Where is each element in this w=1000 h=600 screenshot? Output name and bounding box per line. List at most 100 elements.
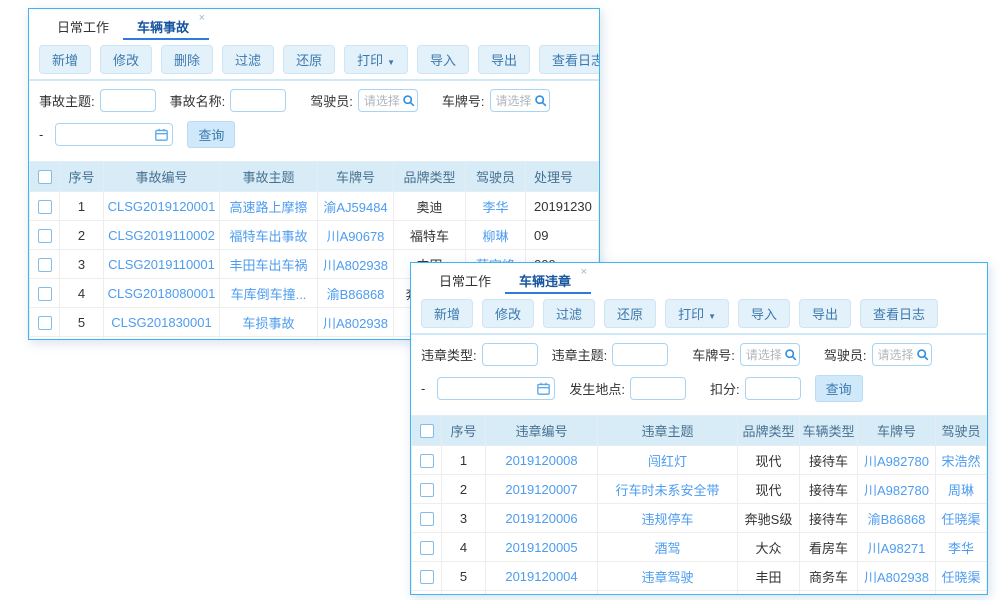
calendar-icon[interactable] [537, 382, 550, 398]
table-cell-link[interactable]: 李华 [466, 192, 526, 221]
tab-vehicle-accident[interactable]: 车辆事故 × [123, 9, 209, 40]
table-cell-link[interactable]: 违规停车 [598, 504, 738, 533]
location-input[interactable] [630, 377, 686, 400]
table-cell-link[interactable]: 2019120008 [486, 446, 598, 475]
table-cell-link[interactable]: 酒驾 [598, 533, 738, 562]
table-cell-link[interactable]: 2019120005 [486, 533, 598, 562]
table-cell-link[interactable]: 高速路上摩擦 [220, 192, 318, 221]
accident-name-input[interactable] [230, 89, 286, 112]
search-icon[interactable] [534, 94, 547, 110]
close-tab-icon[interactable]: × [581, 266, 587, 278]
view-log-button[interactable]: 查看日志 [539, 45, 600, 74]
table-cell-link[interactable]: 行车时未系安全带 [598, 475, 738, 504]
close-tab-icon[interactable]: × [199, 12, 205, 24]
table-cell-link[interactable]: 周琳 [936, 475, 987, 504]
export-button[interactable]: 导出 [799, 299, 851, 328]
add-button[interactable]: 新增 [39, 45, 91, 74]
edit-button[interactable]: 修改 [100, 45, 152, 74]
table-cell-link[interactable]: 车损事故 [220, 308, 318, 337]
print-button[interactable]: 打印▼ [344, 45, 408, 74]
table-cell-link[interactable]: 渝B86868 [318, 279, 394, 308]
row-checkbox[interactable] [38, 258, 52, 272]
table-cell-link[interactable]: CLSG201820001 [104, 337, 220, 341]
select-all-checkbox[interactable] [420, 424, 434, 438]
tab-daily-work[interactable]: 日常工作 [43, 9, 123, 40]
filter-button[interactable]: 过滤 [543, 299, 595, 328]
query-button[interactable]: 查询 [815, 375, 863, 402]
search-icon[interactable] [402, 94, 415, 110]
table-cell-link[interactable]: 渝AJ59484 [318, 192, 394, 221]
table-cell-link[interactable]: 李华 [936, 533, 987, 562]
filter-button[interactable]: 过滤 [222, 45, 274, 74]
view-log-button[interactable]: 查看日志 [860, 299, 938, 328]
row-checkbox[interactable] [420, 541, 434, 555]
table-cell-link[interactable]: CLSG2019120001 [104, 192, 220, 221]
table-cell-link[interactable]: CLSG2018080001 [104, 279, 220, 308]
query-button[interactable]: 查询 [187, 121, 235, 148]
table-cell-link[interactable]: 川A982780 [858, 446, 936, 475]
table-cell-link[interactable]: 宋浩然 [936, 446, 987, 475]
edit-button[interactable]: 修改 [482, 299, 534, 328]
row-checkbox[interactable] [420, 454, 434, 468]
table-cell-link[interactable]: 路边临时停车 [598, 591, 738, 596]
row-checkbox[interactable] [38, 316, 52, 330]
table-cell-link[interactable]: CLSG2019110002 [104, 221, 220, 250]
delete-button[interactable]: 删除 [161, 45, 213, 74]
column-header-index: 序号 [442, 416, 486, 446]
row-checkbox[interactable] [420, 570, 434, 584]
table-cell-link[interactable]: 川A90678 [318, 221, 394, 250]
row-checkbox[interactable] [38, 200, 52, 214]
row-checkbox[interactable] [420, 512, 434, 526]
table-cell-link[interactable]: 川A802938 [318, 308, 394, 337]
search-icon[interactable] [784, 348, 797, 364]
table-cell-link[interactable]: 2019120004 [486, 562, 598, 591]
column-header-accident-no: 事故编号 [104, 162, 220, 192]
accident-filter-row-1: 事故主题: 事故名称: 驾驶员: 车牌号: 日期: [39, 89, 589, 112]
search-icon[interactable] [916, 348, 929, 364]
print-button[interactable]: 打印▼ [665, 299, 729, 328]
table-cell-link[interactable]: 川A802938 [858, 562, 936, 591]
table-cell-link[interactable]: 川A802938 [318, 250, 394, 279]
table-cell-link[interactable]: 高速车辆事故 [220, 337, 318, 341]
add-button[interactable]: 新增 [421, 299, 473, 328]
table-cell-link[interactable]: 违章驾驶 [598, 562, 738, 591]
table-cell-link[interactable]: 福特车出事故 [220, 221, 318, 250]
accident-table-header-row: 序号 事故编号 事故主题 车牌号 品牌类型 驾驶员 处理号 [30, 162, 599, 192]
table-cell-link[interactable]: 闯红灯 [598, 446, 738, 475]
table-cell-link[interactable]: 渝AJ59484 [858, 591, 936, 596]
table-cell-link[interactable]: 川A982780 [858, 475, 936, 504]
table-cell-link[interactable]: 2019120002 [486, 591, 598, 596]
table-cell-link[interactable]: CLSG201830001 [104, 308, 220, 337]
violation-type-input[interactable] [482, 343, 538, 366]
table-cell-link[interactable]: 2019120007 [486, 475, 598, 504]
table-cell-link[interactable]: 任晓渠 [936, 504, 987, 533]
table-row: 1CLSG2019120001高速路上摩擦渝AJ59484奥迪李华2019123… [30, 192, 599, 221]
table-cell-link[interactable]: 2019120006 [486, 504, 598, 533]
table-cell: 奔驰S级 [738, 504, 800, 533]
table-cell-link[interactable]: 柳琳 [466, 221, 526, 250]
select-all-checkbox[interactable] [38, 170, 52, 184]
table-cell-link[interactable]: 丰田车出车祸 [220, 250, 318, 279]
export-button[interactable]: 导出 [478, 45, 530, 74]
restore-button[interactable]: 还原 [283, 45, 335, 74]
calendar-icon[interactable] [155, 128, 168, 144]
restore-button[interactable]: 还原 [604, 299, 656, 328]
accident-subject-input[interactable] [100, 89, 156, 112]
table-cell-link[interactable]: 川A98271 [858, 533, 936, 562]
import-button[interactable]: 导入 [417, 45, 469, 74]
table-cell-link[interactable]: 任晓渠 [936, 562, 987, 591]
deduct-points-input[interactable] [745, 377, 801, 400]
table-cell-link[interactable]: 任晓渠 [936, 591, 987, 596]
import-button[interactable]: 导入 [738, 299, 790, 328]
tab-daily-work[interactable]: 日常工作 [425, 263, 505, 294]
row-checkbox[interactable] [38, 287, 52, 301]
tab-vehicle-violation[interactable]: 车辆违章 × [505, 263, 591, 294]
row-checkbox[interactable] [38, 229, 52, 243]
row-checkbox[interactable] [420, 483, 434, 497]
table-cell-link[interactable]: 渝B86868 [858, 504, 936, 533]
table-cell-link[interactable]: 车库倒车撞... [220, 279, 318, 308]
violation-type-label: 违章类型: [421, 345, 477, 364]
table-cell-link[interactable]: 渝AJ59484 [318, 337, 394, 341]
violation-subject-input[interactable] [612, 343, 668, 366]
table-cell-link[interactable]: CLSG2019110001 [104, 250, 220, 279]
